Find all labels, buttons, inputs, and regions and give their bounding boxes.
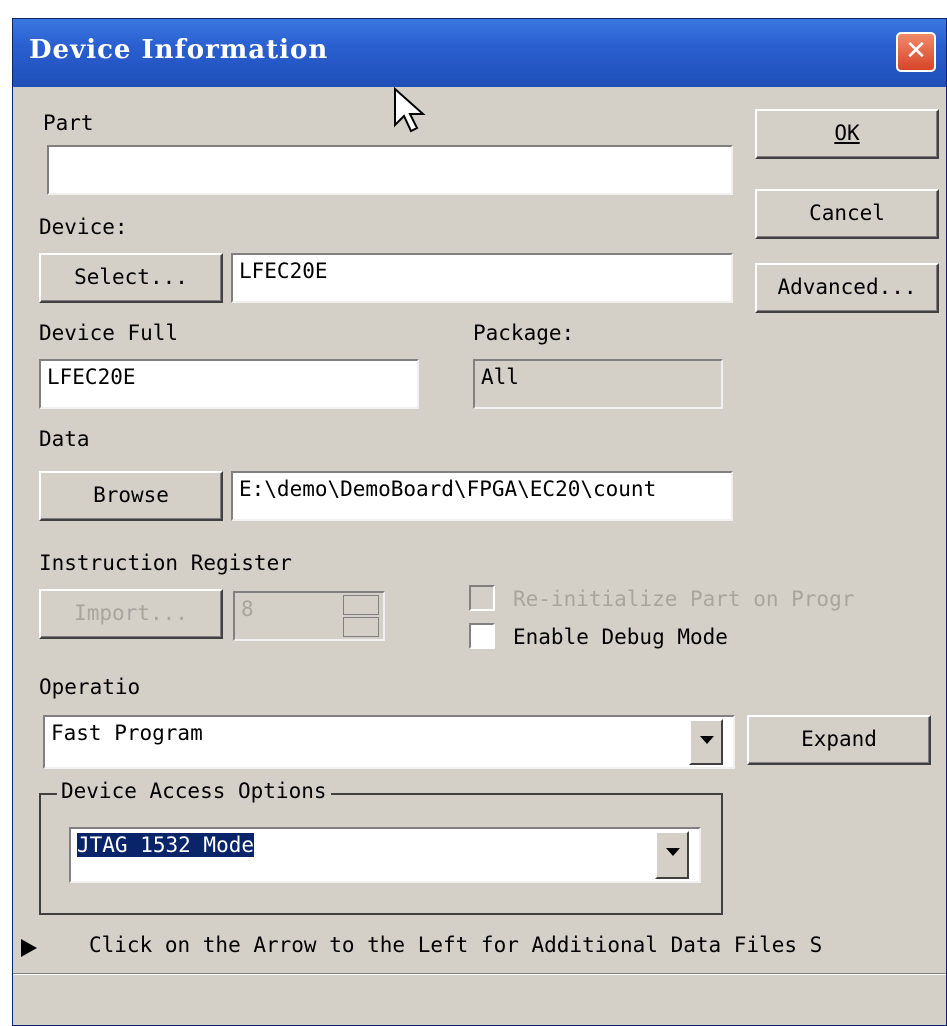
select-button-label: Select... xyxy=(74,265,188,289)
package-field: All xyxy=(473,359,723,409)
data-label: Data xyxy=(39,427,90,451)
import-button: Import... xyxy=(39,589,223,639)
device-full-field[interactable]: LFEC20E xyxy=(39,359,419,409)
package-label: Package: xyxy=(473,321,575,345)
expand-button[interactable]: Expand xyxy=(747,715,931,765)
browse-button-label: Browse xyxy=(93,483,169,507)
spin-up-icon xyxy=(343,595,379,615)
operation-label: Operatio xyxy=(39,675,141,699)
cancel-button[interactable]: Cancel xyxy=(755,189,939,239)
mouse-cursor-icon xyxy=(394,87,426,133)
access-mode-dropdown-icon[interactable] xyxy=(655,831,689,879)
close-icon[interactable]: ✕ xyxy=(896,32,936,72)
device-label: Device: xyxy=(39,215,128,239)
expand-arrow-icon[interactable] xyxy=(21,939,37,957)
debug-mode-label: Enable Debug Mode xyxy=(513,625,728,649)
device-access-options-title: Device Access Options xyxy=(57,779,331,803)
reinit-checkbox xyxy=(469,585,495,611)
part-field[interactable] xyxy=(47,145,733,195)
import-button-label: Import... xyxy=(74,601,188,625)
data-path-field[interactable]: E:\demo\DemoBoard\FPGA\EC20\count xyxy=(231,471,733,521)
device-field[interactable]: LFEC20E xyxy=(231,253,733,303)
window-title: Device Information xyxy=(29,35,329,65)
instruction-register-label: Instruction Register xyxy=(39,551,292,575)
ok-button[interactable]: OK xyxy=(755,109,939,159)
cancel-button-label: Cancel xyxy=(809,201,885,225)
advanced-button[interactable]: Advanced... xyxy=(755,263,939,313)
title-bar[interactable]: Device Information ✕ xyxy=(13,19,946,87)
expand-button-label: Expand xyxy=(801,727,877,751)
part-label: Part xyxy=(43,111,94,135)
additional-files-hint: Click on the Arrow to the Left for Addit… xyxy=(89,933,823,957)
operation-select[interactable]: Fast Program xyxy=(43,715,735,769)
debug-mode-checkbox[interactable] xyxy=(469,623,495,649)
spin-down-icon xyxy=(343,617,379,637)
browse-button[interactable]: Browse xyxy=(39,471,223,521)
access-mode-select[interactable]: JTAG 1532 Mode xyxy=(69,827,701,883)
reinit-label: Re-initialize Part on Progr xyxy=(513,587,855,611)
device-information-dialog: Device Information ✕ Part OK Cancel Adva… xyxy=(12,18,947,1026)
device-full-label: Device Full xyxy=(39,321,179,345)
access-mode-value: JTAG 1532 Mode xyxy=(77,833,255,857)
footer-divider xyxy=(13,973,946,975)
advanced-button-label: Advanced... xyxy=(777,275,917,299)
operation-dropdown-icon[interactable] xyxy=(689,719,723,765)
select-button[interactable]: Select... xyxy=(39,253,223,303)
ok-button-label: OK xyxy=(834,121,860,145)
